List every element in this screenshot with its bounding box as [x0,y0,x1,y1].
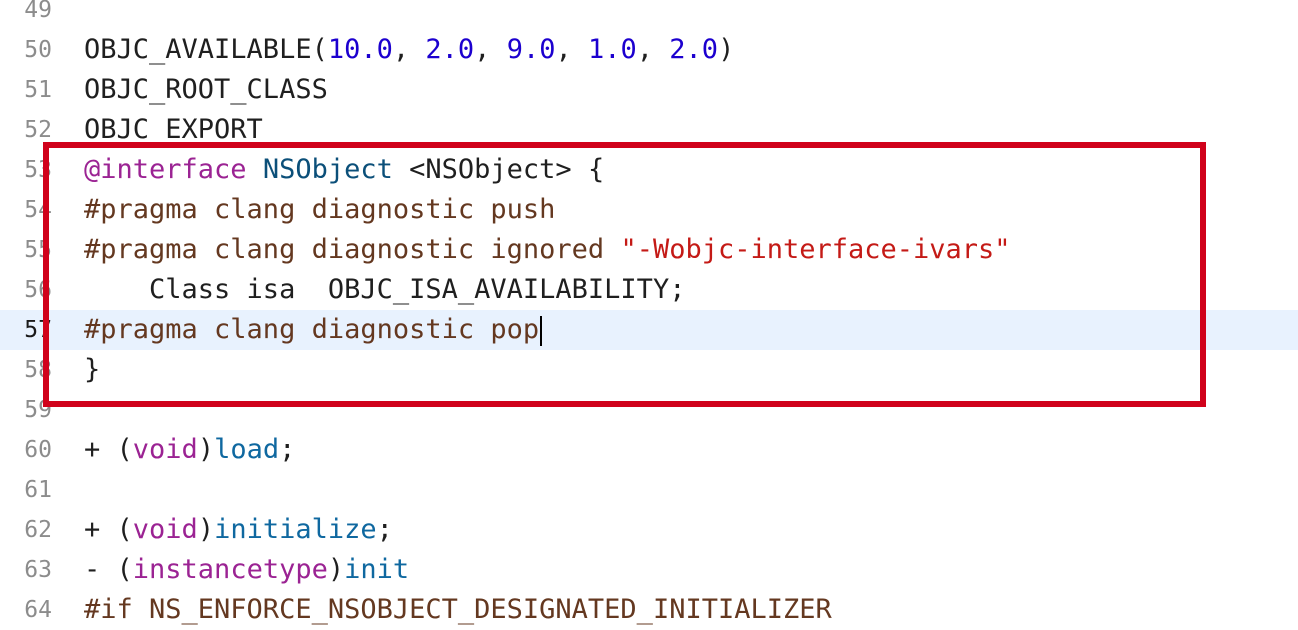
line-number: 57 [24,317,52,343]
code-token: init [344,554,410,585]
code-token: ) [327,554,345,585]
code-line[interactable]: 59 [0,390,1298,430]
code-token: NSObject [262,154,393,185]
code-text[interactable]: OBJC_ROOT_CLASS [84,70,328,110]
code-token: 10.0 [327,34,393,65]
code-token: Class isa OBJC_ISA_AVAILABILITY; [84,274,686,305]
code-line[interactable]: 61 [0,470,1298,510]
line-number: 63 [24,557,52,583]
code-line[interactable]: 63 - (instancetype)init [0,550,1298,590]
line-number: 53 [24,157,52,183]
code-line[interactable]: 49 [0,0,1298,30]
code-line[interactable]: 54 #pragma clang diagnostic push [0,190,1298,230]
code-text[interactable]: #if NS_ENFORCE_NSOBJECT_DESIGNATED_INITI… [84,590,832,630]
line-number: 50 [24,37,52,63]
code-token: - ( [84,554,133,585]
code-token: #pragma clang diagnostic ignored [84,234,621,265]
code-line[interactable]: 50 OBJC_AVAILABLE(10.0, 2.0, 9.0, 1.0, 2.… [0,30,1298,70]
code-token: 2.0 [669,34,719,65]
code-token: , [392,34,426,65]
line-number: 59 [24,397,52,423]
code-token: instancetype [132,554,328,585]
code-token: ) [718,34,735,65]
code-token: #pragma clang diagnostic push [84,194,556,225]
line-number: 51 [24,77,52,103]
code-token: load [214,434,280,465]
code-token: , [636,34,670,65]
code-text[interactable]: #pragma clang diagnostic ignored "-Wobjc… [84,230,1011,270]
code-token: initialize [214,514,377,545]
code-token: ; [279,434,296,465]
code-text[interactable]: OBJC_AVAILABLE(10.0, 2.0, 9.0, 1.0, 2.0) [84,30,734,70]
code-token: #if NS_ENFORCE_NSOBJECT_DESIGNATED_INITI… [84,594,832,625]
line-number: 60 [24,437,52,463]
code-token: } [84,354,101,385]
code-text[interactable]: Class isa OBJC_ISA_AVAILABILITY; [84,270,685,310]
code-text[interactable]: #pragma clang diagnostic pop [84,310,543,350]
code-text[interactable]: + (void)load; [84,430,295,470]
line-number: 55 [24,237,52,263]
code-token: 9.0 [506,34,556,65]
code-line[interactable]: 57 #pragma clang diagnostic pop [0,310,1298,350]
code-token: , [474,34,507,65]
code-token: @interface [84,154,247,185]
code-token: + ( [84,514,133,545]
code-token: 2.0 [425,34,475,65]
code-token: , [555,34,588,65]
code-text[interactable]: OBJC_EXPORT [84,110,263,150]
code-text[interactable]: @interface NSObject <NSObject> { [84,150,604,190]
code-line[interactable]: 64 #if NS_ENFORCE_NSOBJECT_DESIGNATED_INI… [0,590,1298,630]
code-token: + ( [84,434,133,465]
code-token: OBJC_EXPORT [84,114,263,145]
code-token: "-Wobjc-interface-ivars" [620,234,1011,265]
code-line[interactable]: 53 @interface NSObject <NSObject> { [0,150,1298,190]
code-token: ) [197,434,215,465]
code-token: #pragma clang diagnostic pop [84,314,540,345]
code-token: void [132,514,198,545]
code-line[interactable]: 55 #pragma clang diagnostic ignored "-Wob… [0,230,1298,270]
line-number: 64 [24,597,52,623]
code-line[interactable]: 62 + (void)initialize; [0,510,1298,550]
line-number: 54 [24,197,52,223]
code-editor[interactable]: 49 50 OBJC_AVAILABLE(10.0, 2.0, 9.0, 1.0, … [0,0,1298,630]
line-number: 49 [24,0,52,23]
code-line[interactable]: 58} [0,350,1298,390]
code-token: 1.0 [587,34,637,65]
code-line[interactable]: 56 Class isa OBJC_ISA_AVAILABILITY; [0,270,1298,310]
code-token: OBJC_ROOT_CLASS [84,74,328,105]
code-line[interactable]: 60 + (void)load; [0,430,1298,470]
text-cursor [540,315,543,346]
line-number: 56 [24,277,52,303]
line-number: 62 [24,517,52,543]
code-token: void [132,434,198,465]
line-number: 52 [24,117,52,143]
line-number: 58 [24,357,52,383]
code-text[interactable]: } [84,350,100,390]
code-line[interactable]: 52 OBJC_EXPORT [0,110,1298,150]
code-text[interactable]: #pragma clang diagnostic push [84,190,555,230]
code-token: OBJC_AVAILABLE( [84,34,328,65]
code-line[interactable]: 51 OBJC_ROOT_CLASS [0,70,1298,110]
code-token: ; [376,514,393,545]
line-number: 61 [24,477,52,503]
code-text[interactable]: + (void)initialize; [84,510,393,550]
code-text[interactable]: - (instancetype)init [84,550,409,590]
code-token: <NSObject> { [392,154,605,185]
code-token: ) [197,514,215,545]
